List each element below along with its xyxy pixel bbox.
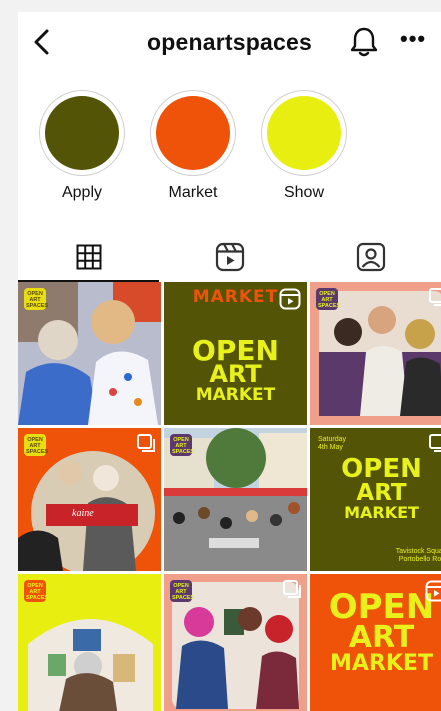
logo-word: SPACES	[172, 449, 195, 455]
market-word: MARKET	[330, 651, 433, 676]
highlight-ring	[150, 90, 236, 176]
story-highlights: Apply Market Show	[18, 90, 441, 210]
venue-line-1: Tavistock Square	[395, 548, 441, 555]
open-art-spaces-logo: OPEN ART SPACES	[24, 434, 49, 456]
highlight-label: Market	[168, 184, 218, 201]
carousel-icon	[429, 434, 441, 452]
open-word: OPEN	[341, 454, 422, 484]
grid-post[interactable]: OPEN ART SPACES	[18, 574, 161, 711]
tab-tagged[interactable]	[300, 232, 441, 282]
grid-post[interactable]: OPEN ART SPACES	[310, 282, 441, 425]
date-line-1: Saturday	[318, 436, 347, 443]
logo-word: SPACES	[172, 595, 195, 601]
profile-header: openartspaces •••	[18, 12, 441, 72]
grid-icon	[76, 244, 101, 270]
highlight-label: Apply	[61, 184, 103, 201]
tab-reels[interactable]	[159, 232, 300, 282]
market-word: MARKET	[344, 503, 419, 522]
profile-screen: openartspaces ••• Apply Market Show OPEN…	[18, 12, 441, 711]
notification-bell-icon[interactable]	[348, 25, 380, 59]
open-art-spaces-logo: OPEN ART SPACES	[170, 580, 195, 602]
logo-word: SPACES	[26, 303, 49, 309]
grid-post[interactable]: OPEN ART SPACES	[164, 428, 307, 571]
carousel-icon	[137, 434, 155, 452]
art-word: ART	[348, 620, 415, 655]
open-art-spaces-logo: OPEN ART SPACES	[316, 288, 341, 310]
highlight-apply[interactable]: Apply	[37, 90, 127, 202]
logo-word: SPACES	[318, 303, 341, 309]
grid-post[interactable]: Saturday 4th May OPEN ART MARKET Tavisto…	[310, 428, 441, 571]
tagged-icon	[356, 242, 385, 272]
art-word: ART	[209, 360, 262, 388]
reel-indicator-icon	[425, 580, 441, 602]
open-art-spaces-logo: OPEN ART SPACES	[24, 580, 49, 602]
reel-indicator-icon	[279, 288, 301, 310]
grid-post[interactable]: OPEN ART SPACES	[164, 574, 307, 711]
highlight-market[interactable]: Market	[148, 90, 238, 202]
carousel-icon	[283, 580, 301, 598]
grid-post[interactable]: MARKET OPEN ART MARKET	[164, 282, 307, 425]
logo-word: SPACES	[26, 449, 49, 455]
grid-post[interactable]: OPEN ART SPACES kaine	[18, 428, 161, 571]
open-art-spaces-logo: OPEN ART SPACES	[170, 434, 195, 456]
tab-posts[interactable]	[18, 232, 159, 282]
open-word: OPEN	[328, 587, 435, 627]
art-word: ART	[356, 480, 407, 506]
date-line-2: 4th May	[318, 444, 343, 451]
logo-word: SPACES	[26, 595, 49, 601]
reels-icon	[215, 242, 244, 272]
grid-post[interactable]: OPEN ART MARKET	[310, 574, 441, 711]
highlight-label: Show	[283, 184, 325, 201]
profile-tabs	[18, 232, 441, 282]
venue-line-2: Portobello Road	[398, 556, 441, 563]
posts-grid: OPEN ART SPACES MARKET OPEN ART MARKET O…	[18, 282, 441, 711]
crate-label: kaine	[72, 508, 94, 519]
market-word: MARKET	[195, 385, 276, 405]
highlight-show[interactable]: Show	[259, 90, 349, 202]
more-options-icon[interactable]: •••	[400, 28, 430, 52]
carousel-icon	[429, 288, 441, 306]
highlight-cover	[45, 96, 119, 170]
highlight-ring	[39, 90, 125, 176]
open-art-spaces-logo: OPEN ART SPACES	[24, 288, 49, 310]
grid-post[interactable]: OPEN ART SPACES	[18, 282, 161, 425]
highlight-cover	[156, 96, 230, 170]
highlight-cover	[267, 96, 341, 170]
highlight-ring	[261, 90, 347, 176]
